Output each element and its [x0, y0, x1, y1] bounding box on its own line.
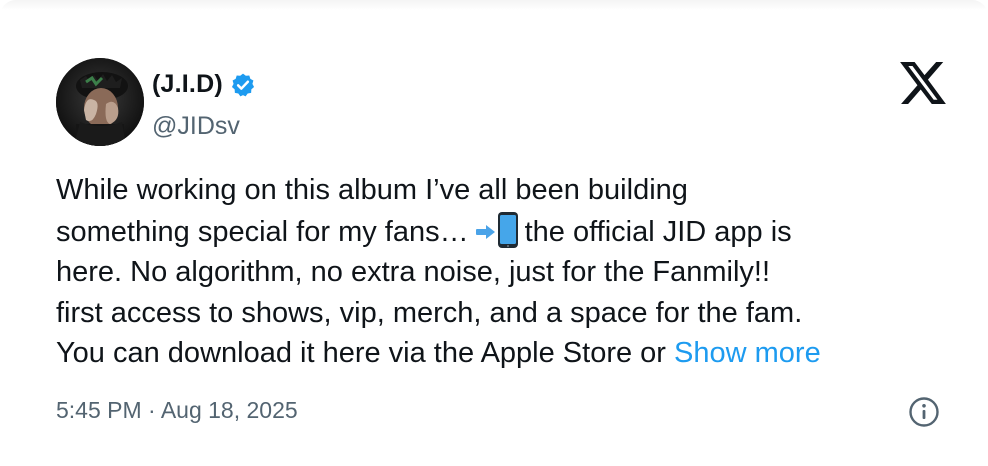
avatar-image	[56, 58, 144, 146]
author-display-name[interactable]: (J.I.D)	[152, 70, 223, 99]
tweet-line: here. No algorithm, no extra noise, just…	[56, 256, 771, 288]
tweet-timestamp[interactable]: 5:45 PM · Aug 18, 2025	[56, 397, 298, 424]
author-name-row: (J.I.D)	[152, 70, 256, 99]
tweet-line: While working on this album I’ve all bee…	[56, 174, 688, 206]
tweet-line-segment: something special for my fans…	[56, 215, 469, 248]
tweet-line-segment: the official JID app is	[524, 215, 792, 248]
mobile-phone-emoji-icon	[497, 211, 519, 249]
right-arrow-emoji-icon	[475, 214, 497, 239]
tweet-line: You can download it here via the Apple S…	[56, 333, 956, 374]
tweet-line: first access to shows, vip, merch, and a…	[56, 296, 803, 329]
tweet-card: (J.I.D) @JIDsv While working on this alb…	[0, 0, 988, 466]
tweet-line-segment: You can download it here via the Apple S…	[56, 337, 666, 369]
x-logo-icon[interactable]	[900, 62, 946, 104]
verified-badge-icon	[230, 72, 256, 98]
avatar[interactable]	[56, 58, 144, 146]
info-icon[interactable]	[908, 396, 940, 428]
tweet-text: While working on this album I’ve all bee…	[56, 170, 956, 374]
author-handle[interactable]: @JIDsv	[152, 112, 240, 141]
show-more-link[interactable]: Show more	[674, 337, 821, 369]
tweet-line: something special for my fans… the offici…	[56, 211, 956, 253]
